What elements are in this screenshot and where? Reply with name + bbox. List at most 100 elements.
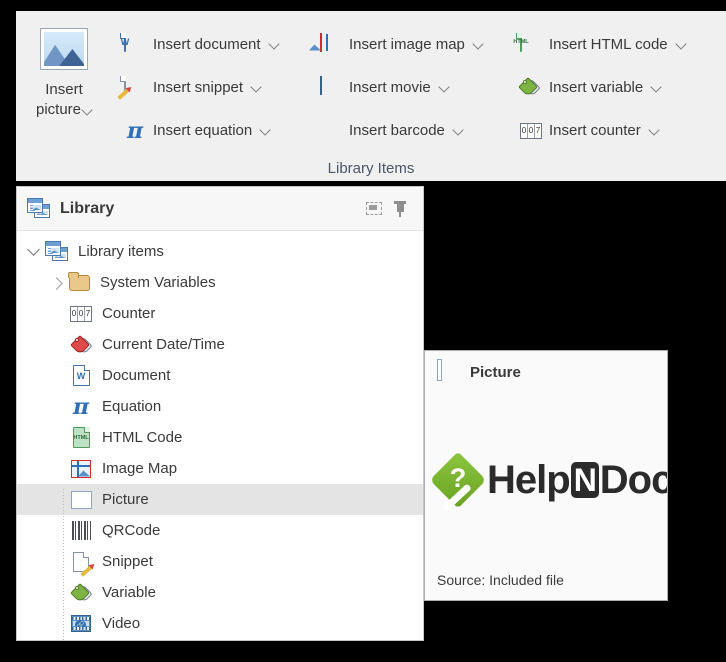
select-icon[interactable]: [361, 196, 387, 222]
chevron-down-icon[interactable]: [440, 83, 449, 92]
library-panel-header: Library: [17, 187, 423, 231]
helpndoc-logo-mark-icon: ?: [429, 451, 487, 512]
equation-pi-icon: π: [126, 117, 144, 144]
helpndoc-logo-text: Help N Doc: [487, 457, 668, 503]
tree-node-video[interactable]: Video: [17, 608, 423, 639]
logo-text-before: Help: [487, 457, 571, 502]
insert-image-map-button[interactable]: Insert image map: [309, 23, 516, 66]
equation-pi-icon: π: [72, 393, 90, 420]
tree-node-label: HTML Code: [102, 429, 183, 446]
insert-image-map-label: Insert image map: [349, 36, 465, 53]
html-code-icon: [69, 426, 93, 450]
tree-node-html-code[interactable]: HTML Code: [17, 422, 423, 453]
word-document-icon: [120, 32, 146, 56]
video-icon: [69, 612, 93, 636]
picture-icon: [40, 28, 88, 70]
picture-preview-tooltip: Picture ? Help N Doc Source: Included file: [424, 350, 668, 601]
chevron-down-icon[interactable]: [454, 126, 463, 135]
logo-text-after: Doc: [599, 457, 668, 502]
variable-tag-icon: [518, 76, 542, 99]
chevron-down-icon[interactable]: [252, 83, 261, 92]
tree-node-picture[interactable]: Picture: [17, 484, 423, 515]
ribbon-toolbar: Insert picture Insert document: [16, 11, 726, 181]
ribbon-group-library-items: Insert picture Insert document: [16, 11, 726, 181]
tree-node-label: Picture: [102, 491, 149, 508]
screenshot-root: Insert picture Insert document: [0, 0, 726, 662]
counter-icon: 007: [69, 302, 93, 326]
snippet-icon: [117, 75, 146, 100]
barcode-icon: [320, 120, 342, 142]
tree-node-document[interactable]: Document: [17, 360, 423, 391]
logo-boxed-letter: N: [570, 462, 599, 498]
tree-node-label: Variable: [102, 584, 156, 601]
insert-picture-button[interactable]: Insert picture: [16, 19, 112, 120]
tree-node-qrcode[interactable]: QRCode: [17, 515, 423, 546]
tree-node-library-items[interactable]: Library items: [17, 236, 423, 267]
insert-counter-label: Insert counter: [549, 122, 641, 139]
insert-picture-label-line2: picture: [36, 100, 92, 120]
ribbon-column-1: Insert document Insert snippet π Insert …: [117, 19, 316, 152]
ribbon-group-label: Library Items: [327, 160, 415, 177]
insert-variable-label: Insert variable: [549, 79, 644, 96]
pin-icon[interactable]: [387, 196, 413, 222]
tree-node-label: Document: [102, 367, 171, 384]
tree-node-current-date-time[interactable]: Current Date/Time: [17, 329, 423, 360]
counter-icon: 007: [520, 120, 542, 142]
library-panel-title: Library: [60, 199, 115, 217]
chevron-right-icon[interactable]: [45, 267, 67, 298]
insert-html-code-button[interactable]: Insert HTML code: [516, 23, 718, 66]
chevron-down-icon[interactable]: [650, 126, 659, 135]
tree-node-label: Library items: [78, 243, 164, 260]
word-document-icon: [69, 364, 93, 388]
image-map-icon: [309, 32, 342, 56]
html-code-icon: [516, 32, 542, 56]
movie-icon: [320, 75, 342, 99]
chevron-down-icon[interactable]: [270, 40, 279, 49]
helpndoc-logo: ? Help N Doc: [429, 449, 668, 512]
chevron-down-icon[interactable]: [474, 40, 483, 49]
tree-node-snippet[interactable]: Snippet: [17, 546, 423, 577]
tree-node-label: Image Map: [102, 460, 178, 477]
tree-node-label: Snippet: [102, 553, 153, 570]
tooltip-source-text: Source: Included file: [437, 572, 564, 588]
tree-node-system-variables[interactable]: System Variables: [17, 267, 423, 298]
tree-node-counter[interactable]: 007 Counter: [17, 298, 423, 329]
ribbon-column-2: Insert image map Insert movie Insert bar…: [309, 19, 516, 152]
insert-snippet-button[interactable]: Insert snippet: [117, 66, 316, 109]
chevron-down-icon[interactable]: [652, 83, 661, 92]
insert-movie-button[interactable]: Insert movie: [316, 66, 516, 109]
ribbon-buttons-row: Insert picture Insert document: [16, 11, 726, 152]
variable-tag-icon: [69, 581, 93, 605]
chevron-down-icon[interactable]: [83, 106, 92, 115]
ribbon-column-3: Insert HTML code Insert variable 007: [516, 19, 718, 152]
insert-counter-button[interactable]: 007 Insert counter: [516, 109, 718, 152]
insert-barcode-button[interactable]: Insert barcode: [316, 109, 516, 152]
chevron-down-icon[interactable]: [23, 236, 45, 267]
tooltip-header: Picture: [425, 351, 667, 383]
insert-equation-label: Insert equation: [153, 122, 253, 139]
insert-barcode-label: Insert barcode: [349, 122, 445, 139]
tree-node-equation[interactable]: π Equation: [17, 391, 423, 422]
insert-equation-button[interactable]: π Insert equation: [120, 109, 316, 152]
library-tree[interactable]: Library items System Variables 007 Count…: [17, 231, 423, 640]
barcode-icon: [69, 519, 93, 543]
tree-node-variable[interactable]: Variable: [17, 577, 423, 608]
picture-icon: [437, 358, 461, 383]
insert-picture-label-line1: Insert: [45, 81, 83, 98]
tree-node-label: QRCode: [102, 522, 161, 539]
date-time-tag-icon: [69, 333, 93, 357]
chevron-down-icon[interactable]: [261, 126, 270, 135]
insert-document-button[interactable]: Insert document: [120, 23, 316, 66]
tree-node-label: System Variables: [100, 274, 216, 291]
library-panel: Library Library items System Variables 0…: [16, 186, 424, 641]
tree-node-image-map[interactable]: Image Map: [17, 453, 423, 484]
tooltip-title: Picture: [470, 363, 521, 381]
tree-node-label: Video: [102, 615, 141, 632]
tree-node-label: Counter: [102, 305, 156, 322]
insert-variable-button[interactable]: Insert variable: [516, 66, 718, 109]
library-items-icon: [27, 198, 51, 219]
picture-icon: [69, 488, 93, 512]
image-map-icon: [69, 457, 93, 481]
chevron-down-icon[interactable]: [677, 40, 686, 49]
folder-icon: [67, 271, 91, 295]
